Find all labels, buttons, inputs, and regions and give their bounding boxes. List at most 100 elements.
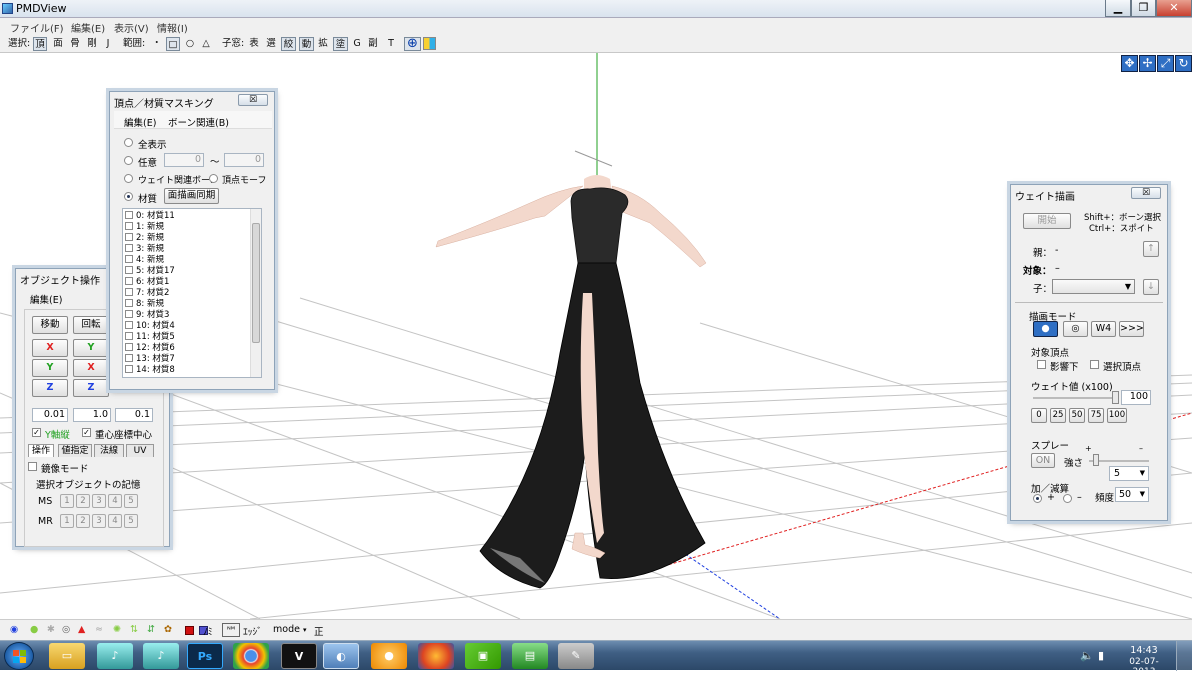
pmdview-taskbar-icon[interactable]: ◐ (323, 643, 359, 669)
select-bone[interactable]: 骨 (69, 37, 81, 51)
mode-ring-button[interactable]: ◎ (1063, 321, 1088, 337)
list-item-checkbox[interactable] (125, 365, 133, 373)
crosshair-icon[interactable]: ⊕ (404, 37, 421, 51)
strength-slider-thumb[interactable] (1093, 454, 1099, 466)
list-item-checkbox[interactable] (125, 255, 133, 263)
rotate-y-button[interactable]: Y (73, 339, 109, 357)
material-radio[interactable] (124, 192, 133, 201)
arbitrary-radio[interactable] (124, 156, 133, 165)
list-item-checkbox[interactable] (125, 211, 133, 219)
child-table[interactable]: 表 (248, 37, 260, 51)
red-color-icon[interactable] (185, 626, 194, 635)
weight-bone-radio[interactable] (124, 174, 133, 183)
clock-time[interactable]: 14:43 (1122, 645, 1166, 656)
weight-slider-track[interactable] (1033, 397, 1117, 399)
rotate-view-icon[interactable]: ↻ (1175, 55, 1192, 72)
nomi-label[interactable]: ﾉﾐ (203, 624, 213, 638)
list-item-checkbox[interactable] (125, 266, 133, 274)
list-item[interactable]: 4: 新規 (125, 254, 164, 265)
material-icon[interactable]: ✿ (164, 624, 172, 635)
cube-app-icon[interactable]: ▣ (465, 643, 501, 669)
preset-75-button[interactable]: 75 (1088, 408, 1104, 423)
volume-icon[interactable]: 🔈 (1080, 649, 1094, 662)
spray-on-button[interactable]: ON (1031, 453, 1055, 468)
ms-slot-2[interactable]: 2 (76, 494, 90, 508)
range-to-field[interactable]: 0 (224, 153, 264, 167)
edge-toggle-icon[interactable]: ᴺᴹ (222, 623, 240, 637)
tab-normal[interactable]: 法線 (94, 444, 124, 457)
ms-slot-3[interactable]: 3 (92, 494, 106, 508)
mr-slot-1[interactable]: 1 (60, 514, 74, 528)
paint-app-icon[interactable]: ✎ (558, 643, 594, 669)
chrome-icon[interactable] (233, 643, 269, 669)
list-item-checkbox[interactable] (125, 310, 133, 318)
mr-slot-2[interactable]: 2 (76, 514, 90, 528)
mr-slot-4[interactable]: 4 (108, 514, 122, 528)
mode-dropdown[interactable]: mode ▾ (273, 624, 307, 635)
preset-0-button[interactable]: 0 (1031, 408, 1047, 423)
mask-menu-bone[interactable]: ボーン関連(B) (168, 115, 229, 129)
mr-slot-3[interactable]: 3 (92, 514, 106, 528)
weight-slider-thumb[interactable] (1112, 391, 1119, 404)
influence-checkbox[interactable] (1037, 360, 1046, 369)
child-move[interactable]: 動 (299, 37, 314, 51)
child-t[interactable]: T (386, 37, 396, 51)
rotate-x-button[interactable]: X (73, 359, 109, 377)
list-item-checkbox[interactable] (125, 343, 133, 351)
weight-value-field[interactable]: 100 (1121, 390, 1151, 405)
list-item[interactable]: 11: 材質5 (125, 331, 175, 342)
up-button[interactable]: ↑ (1143, 241, 1159, 257)
list-item-checkbox[interactable] (125, 244, 133, 252)
list-item-checkbox[interactable] (125, 332, 133, 340)
miku-app-icon-2[interactable]: ♪ (143, 643, 179, 669)
list-item-checkbox[interactable] (125, 277, 133, 285)
tab-value[interactable]: 値指定 (58, 444, 92, 457)
mode-w4-button[interactable]: W4 (1091, 321, 1116, 337)
child-sub[interactable]: 副 (367, 37, 379, 51)
range-dot[interactable]: ・ (152, 37, 162, 51)
minimize-button[interactable]: ▁ (1105, 0, 1131, 17)
list-item[interactable]: 12: 材質6 (125, 342, 175, 353)
maximize-button[interactable]: ❐ (1131, 0, 1156, 17)
move-button[interactable]: 移動 (32, 316, 68, 334)
range-triangle[interactable]: △ (200, 37, 212, 51)
range-circle[interactable]: ○ (185, 37, 195, 51)
preset-50-button[interactable]: 50 (1069, 408, 1085, 423)
ms-slot-1[interactable]: 1 (60, 494, 74, 508)
scrollbar-thumb[interactable] (252, 223, 260, 343)
firefox-icon[interactable] (418, 643, 454, 669)
network-icon[interactable]: ▮ (1098, 649, 1104, 662)
rotate-z-button[interactable]: Z (73, 379, 109, 397)
child-select[interactable]: 選 (265, 37, 277, 51)
wave-icon[interactable]: ≈ (95, 624, 103, 635)
mirror-checkbox[interactable] (28, 462, 37, 471)
list-item[interactable]: 9: 材質3 (125, 309, 169, 320)
weight-close-button[interactable]: ☒ (1131, 187, 1161, 199)
show-all-radio[interactable] (124, 138, 133, 147)
mode-dot-button[interactable]: ● (1033, 321, 1058, 337)
mode-more-button[interactable]: >>> (1119, 321, 1144, 337)
arrow-icon[interactable]: ⇅ (130, 624, 138, 635)
move-y-button[interactable]: Y (32, 359, 68, 377)
edge-label[interactable]: ｴｯｼﾞ (243, 624, 262, 638)
list-item[interactable]: 3: 新規 (125, 243, 164, 254)
move-view-icon[interactable]: ✥ (1121, 55, 1138, 72)
list-item[interactable]: 0: 材質11 (125, 210, 175, 221)
selected-vertex-checkbox[interactable] (1090, 360, 1099, 369)
face-display-icon[interactable]: ● (30, 624, 38, 635)
mask-menu-edit[interactable]: 編集(E) (124, 115, 156, 129)
child-mask[interactable]: 絞 (281, 37, 296, 51)
list-item[interactable]: 2: 新規 (125, 232, 164, 243)
list-item-checkbox[interactable] (125, 299, 133, 307)
start-button[interactable]: 開始 (1023, 213, 1071, 229)
clock-date[interactable]: 02-07-2013 (1118, 657, 1170, 677)
range-rect[interactable]: □ (166, 37, 180, 51)
tab-operation[interactable]: 操作 (28, 444, 54, 457)
range-from-field[interactable]: 0 (164, 153, 204, 167)
menu-info[interactable]: 情報(I) (157, 20, 188, 35)
start-button[interactable] (4, 642, 34, 670)
sei-label[interactable]: 正 (314, 624, 324, 638)
move-z-button[interactable]: Z (32, 379, 68, 397)
object-menu-edit[interactable]: 編集(E) (30, 292, 62, 306)
mask-close-button[interactable]: ☒ (238, 94, 268, 106)
